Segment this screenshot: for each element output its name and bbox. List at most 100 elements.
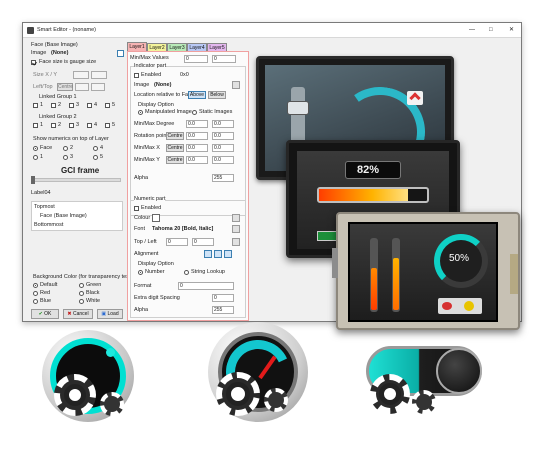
layer-option-4[interactable] bbox=[93, 146, 98, 151]
lefttop-label: Left/Top bbox=[33, 84, 53, 90]
manipulated-image-radio[interactable] bbox=[138, 110, 143, 115]
layer-option-5[interactable] bbox=[93, 155, 98, 160]
group2-checkbox-5[interactable] bbox=[105, 123, 110, 128]
below-button[interactable]: Below bbox=[208, 91, 226, 99]
left-input-numeric[interactable]: 0 bbox=[192, 238, 214, 246]
indicator-image-value: (None) bbox=[154, 82, 172, 88]
load-button[interactable]: ▣ Load bbox=[97, 309, 123, 319]
alpha2-label: Alpha bbox=[134, 307, 149, 313]
topleft-extra-button[interactable] bbox=[232, 238, 240, 246]
layer-option-1-label: 1 bbox=[40, 154, 44, 160]
ok-button[interactable]: ✔ OK bbox=[31, 309, 59, 319]
minmax-x-label: Min/Max X bbox=[134, 145, 160, 151]
layer-tab-content: Min/Max Values 0 0 Indicator part Enable… bbox=[127, 51, 249, 321]
group2-checkbox-4[interactable] bbox=[87, 123, 92, 128]
group2-checkbox-3[interactable] bbox=[69, 123, 74, 128]
group2-checkbox-1[interactable] bbox=[33, 123, 38, 128]
image-picker-button[interactable] bbox=[117, 50, 124, 57]
align-right-button[interactable] bbox=[224, 250, 232, 258]
string-lookup-label: String Lookup bbox=[191, 269, 225, 275]
bg-option-black[interactable] bbox=[79, 291, 84, 296]
layer-option-face[interactable] bbox=[33, 146, 38, 151]
indicator-image-button[interactable] bbox=[232, 81, 240, 89]
group1-checkbox-3[interactable] bbox=[69, 103, 74, 108]
bg-option-green[interactable] bbox=[79, 283, 84, 288]
layer-option-2-label: 2 bbox=[70, 145, 74, 151]
group1-checkbox-5[interactable] bbox=[105, 103, 110, 108]
extra-spacing-input[interactable]: 0 bbox=[212, 294, 234, 302]
group1-checkbox-1[interactable] bbox=[33, 103, 38, 108]
x-centre-button[interactable]: Centre bbox=[166, 144, 184, 152]
degree-max-input[interactable]: 0.0 bbox=[212, 120, 234, 128]
percent-readout-box: 82% bbox=[345, 161, 401, 179]
static-images-radio[interactable] bbox=[192, 110, 197, 115]
colour-picker-button[interactable] bbox=[232, 214, 240, 222]
ok-label: OK bbox=[44, 311, 52, 317]
left-input[interactable] bbox=[75, 83, 89, 91]
font-picker-button[interactable] bbox=[232, 225, 240, 233]
top-input[interactable] bbox=[91, 83, 105, 91]
minmax-degree-label: Min/Max Degree bbox=[134, 121, 175, 127]
align-center-button[interactable] bbox=[214, 250, 222, 258]
layer-option-3[interactable] bbox=[63, 155, 68, 160]
tree-item-topmost[interactable]: Topmost bbox=[34, 204, 55, 211]
numeric-enabled-label: Enabled bbox=[141, 205, 162, 211]
group2-checkbox-2[interactable] bbox=[51, 123, 56, 128]
above-button[interactable]: Above bbox=[188, 91, 206, 99]
rotation-point-label: Rotation point bbox=[134, 133, 168, 139]
group1-checkbox-4[interactable] bbox=[87, 103, 92, 108]
face-gauge-checkbox[interactable] bbox=[31, 60, 36, 65]
bg-option-default-label: Default bbox=[40, 282, 58, 288]
tree-item-bottommost[interactable]: Bottommost bbox=[34, 222, 63, 229]
top-input-numeric[interactable]: 0 bbox=[166, 238, 188, 246]
centre-button[interactable]: Centre bbox=[57, 83, 73, 91]
bg-option-white[interactable] bbox=[79, 299, 84, 304]
degree-min-input[interactable]: 0.0 bbox=[186, 120, 208, 128]
maximize-button[interactable]: □ bbox=[489, 27, 493, 33]
size-y-input[interactable] bbox=[91, 71, 107, 79]
alignment-label: Alignment bbox=[134, 251, 159, 257]
minimize-button[interactable]: — bbox=[469, 27, 475, 33]
x-min-input[interactable]: 0.0 bbox=[186, 144, 208, 152]
max-value-input[interactable]: 0 bbox=[212, 55, 236, 63]
linked-group-2-label: Linked Group 2 bbox=[39, 114, 77, 120]
colour-swatch[interactable] bbox=[152, 214, 160, 222]
min-value-input[interactable]: 0 bbox=[184, 55, 208, 63]
cancel-button[interactable]: ✖ Cancel bbox=[63, 309, 93, 319]
group2-num-5: 5 bbox=[112, 122, 116, 128]
bg-option-default[interactable] bbox=[33, 283, 38, 288]
layer-option-2[interactable] bbox=[63, 146, 68, 151]
gci-frame-label: GCI frame bbox=[61, 166, 100, 175]
layer-option-1[interactable] bbox=[33, 155, 38, 160]
format-input[interactable]: 0 bbox=[178, 282, 234, 290]
numeric-enabled-checkbox[interactable] bbox=[134, 206, 139, 211]
numeric-part-label: Numeric part bbox=[134, 196, 166, 203]
bg-option-blue[interactable] bbox=[33, 299, 38, 304]
x-max-input[interactable]: 0.0 bbox=[212, 144, 234, 152]
y-max-input[interactable]: 0.0 bbox=[212, 156, 234, 164]
round-gauge: 50% bbox=[434, 234, 488, 288]
top-left-label: Top / Left bbox=[134, 239, 157, 245]
y-centre-button[interactable]: Centre bbox=[166, 156, 184, 164]
rotation-centre-button[interactable]: Centre bbox=[166, 132, 184, 140]
tree-item-face[interactable]: Face (Base Image) bbox=[40, 213, 87, 220]
close-button[interactable]: ✕ bbox=[509, 27, 514, 33]
progress-bar-fill bbox=[319, 189, 408, 201]
size-x-input[interactable] bbox=[73, 71, 89, 79]
rot-x-input[interactable]: 0.0 bbox=[186, 132, 208, 140]
extra-spacing-label: Extra digit Spacing bbox=[134, 295, 180, 301]
bg-option-red[interactable] bbox=[33, 291, 38, 296]
rot-y-input[interactable]: 0.0 bbox=[212, 132, 234, 140]
minmax-y-label: Min/Max Y bbox=[134, 157, 160, 163]
string-lookup-radio[interactable] bbox=[184, 270, 189, 275]
align-left-button[interactable] bbox=[204, 250, 212, 258]
group1-checkbox-2[interactable] bbox=[51, 103, 56, 108]
alpha-input[interactable]: 255 bbox=[212, 174, 234, 182]
frame-slider-thumb[interactable] bbox=[31, 176, 35, 184]
number-radio[interactable] bbox=[138, 270, 143, 275]
check-icon: ✔ bbox=[38, 311, 43, 317]
y-min-input[interactable]: 0.0 bbox=[186, 156, 208, 164]
indicator-enabled-checkbox[interactable] bbox=[134, 73, 139, 78]
frame-slider-track[interactable] bbox=[31, 178, 121, 182]
alpha2-input[interactable]: 255 bbox=[212, 306, 234, 314]
